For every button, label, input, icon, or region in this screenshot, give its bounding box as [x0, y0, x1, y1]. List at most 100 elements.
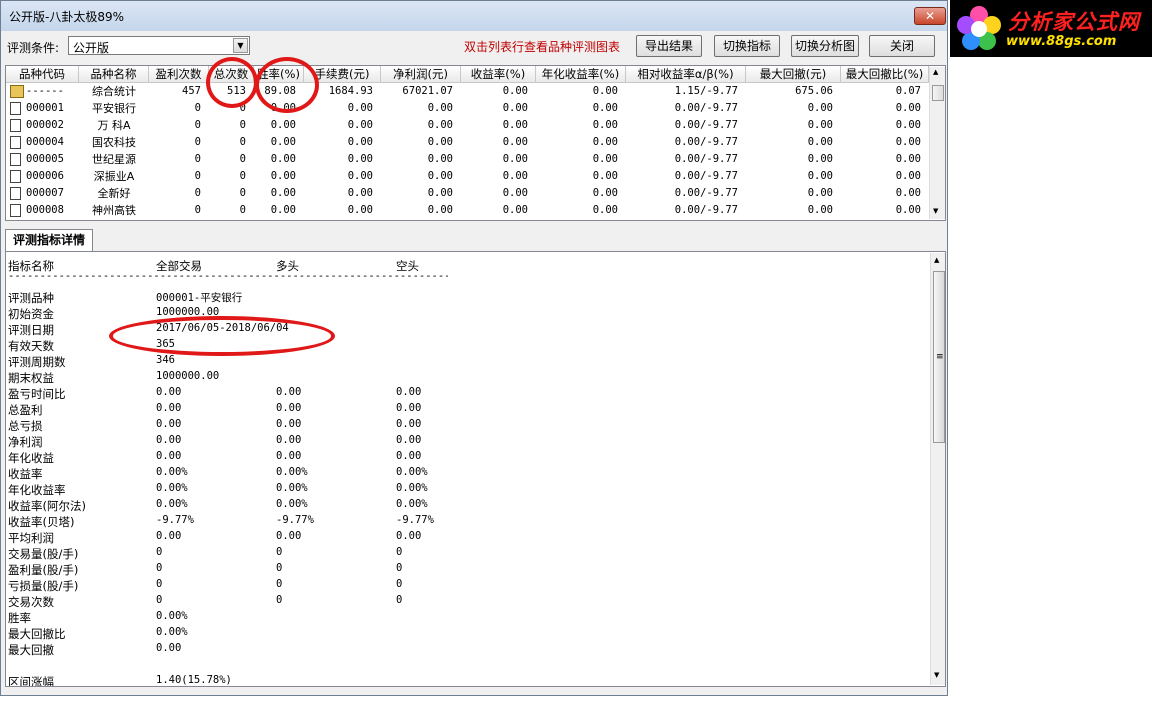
table-cell: 0.00	[502, 153, 528, 165]
metric-value: 0.00	[276, 418, 302, 430]
scroll-down-icon[interactable]: ▼	[934, 671, 939, 679]
table-cell: 0.00	[427, 153, 453, 165]
table-cell: 0	[239, 153, 246, 165]
metric-name: 盈亏时间比	[8, 387, 66, 401]
detail-panel: 指标名称 全部交易 多头 空头 ----------------------------…	[5, 251, 946, 687]
switch-metric-button[interactable]: 切换指标	[714, 35, 780, 57]
metric-value: 0.00%	[396, 482, 428, 494]
column-header[interactable]: 年化收益率(%)	[536, 66, 626, 83]
table-cell: 0.00	[427, 170, 453, 182]
table-cell: 0.00	[347, 119, 373, 131]
window-close-button[interactable]: ✕	[914, 7, 946, 25]
chevron-down-icon[interactable]: ▼	[233, 38, 248, 53]
scroll-up-icon[interactable]: ▲	[933, 68, 938, 76]
table-cell: 0.00	[502, 136, 528, 148]
close-button[interactable]: 关闭	[869, 35, 935, 57]
column-header[interactable]: 净利润(元)	[381, 66, 461, 83]
metric-value: 0	[156, 562, 163, 574]
detail-scroll-thumb[interactable]: ≡	[933, 271, 945, 443]
table-cell: 67021.07	[402, 85, 453, 97]
metric-name: 收益率(贝塔)	[8, 515, 75, 529]
table-cell: 0.00	[427, 119, 453, 131]
metric-value: 0.00	[396, 450, 422, 462]
table-cell: 0.00	[270, 204, 296, 216]
metric-value: 0.00%	[396, 498, 428, 510]
column-header[interactable]: 盈利次数	[149, 66, 209, 83]
table-row[interactable]: 000007 全新好 0 0 0.00 0.00 0.00 0.00 0.00 0.00/-9.7…	[6, 185, 929, 202]
table-cell: 国农科技	[92, 136, 136, 149]
metric-name: 初始资金	[8, 307, 54, 321]
metric-name: 亏损量(股/手)	[8, 579, 79, 593]
table-cell: 0	[239, 204, 246, 216]
metric-value: 346	[156, 354, 175, 366]
column-header[interactable]: 最大回撤(元)	[746, 66, 841, 83]
table-cell: 0.00	[427, 136, 453, 148]
metric-value: -9.77%	[276, 514, 314, 526]
table-cell: 0.00	[427, 187, 453, 199]
metric-value: 0	[396, 546, 403, 558]
table-cell: 0.00	[592, 136, 618, 148]
metric-value: 1000000.00	[156, 370, 220, 382]
metric-value: 0	[396, 562, 403, 574]
table-row[interactable]: 000001 平安银行 0 0 0.00 0.00 0.00 0.00 0.00 0.00/-9.…	[6, 100, 929, 117]
table-row[interactable]: ------ 综合统计 457 513 89.08 1684.93 67021.07 0.00…	[6, 83, 929, 100]
table-cell: 0.00	[592, 85, 618, 97]
title-bar: 公开版-八卦太极89% ✕	[1, 1, 947, 31]
column-header[interactable]: 最大回撤比(%)	[841, 66, 929, 83]
table-cell: 0.00	[347, 187, 373, 199]
export-button[interactable]: 导出结果	[636, 35, 702, 57]
detail-scrollbar[interactable]: ▲ ≡ ▼	[930, 253, 945, 685]
column-header[interactable]: 相对收益率α/β(%)	[626, 66, 746, 83]
metric-name: 交易量(股/手)	[8, 547, 79, 561]
table-cell: 0	[194, 136, 201, 148]
table-cell: 万 科A	[97, 119, 131, 132]
switch-chart-button[interactable]: 切换分析图	[791, 35, 859, 57]
table-row[interactable]: 000004 国农科技 0 0 0.00 0.00 0.00 0.00 0.00 0.00/-9.…	[6, 134, 929, 151]
summary-icon	[10, 85, 24, 98]
column-header[interactable]: 品种代码	[6, 66, 79, 83]
metric-value: 0.00	[156, 386, 182, 398]
metric-value: 0.00	[276, 530, 302, 542]
metric-name: 评测品种	[8, 291, 54, 305]
grip-icon: ≡	[936, 352, 944, 362]
metric-value: 0.00	[396, 386, 422, 398]
table-cell: ------	[26, 85, 64, 97]
scroll-up-icon[interactable]: ▲	[934, 256, 939, 264]
condition-label: 评测条件:	[7, 41, 60, 55]
grid-scroll-thumb[interactable]	[932, 85, 944, 101]
metric-value: 000001-平安银行	[156, 292, 243, 304]
column-header[interactable]: 品种名称	[79, 66, 149, 83]
logo-url: www.88gs.com	[1006, 34, 1117, 49]
metric-value: 0.00	[396, 402, 422, 414]
table-cell: 0.00	[807, 170, 833, 182]
metric-value: 0.00%	[156, 626, 188, 638]
table-row[interactable]: 000008 神州高铁 0 0 0.00 0.00 0.00 0.00 0.00 0.00/-9.…	[6, 202, 929, 219]
table-cell: 1.15/-9.77	[674, 85, 738, 97]
table-cell: 全新好	[97, 187, 131, 200]
table-cell: 0.00	[592, 204, 618, 216]
tab-detail[interactable]: 评测指标详情	[5, 229, 93, 251]
table-row[interactable]: 000002 万 科A 0 0 0.00 0.00 0.00 0.00 0.00 0.00/-9.…	[6, 117, 929, 134]
metric-value: 0.00	[276, 450, 302, 462]
metric-value: 0	[156, 594, 163, 606]
table-cell: 0.00	[807, 153, 833, 165]
table-row[interactable]: 000005 世纪星源 0 0 0.00 0.00 0.00 0.00 0.00 0.00/-9.…	[6, 151, 929, 168]
metric-name: 年化收益	[8, 451, 54, 465]
window-title: 公开版-八卦太极89%	[9, 10, 125, 24]
grid-scrollbar[interactable]: ▲ ▼	[929, 67, 945, 219]
metric-name: 平均利润	[8, 531, 54, 545]
table-cell: 0.00	[895, 119, 921, 131]
table-row[interactable]: 000006 深振业A 0 0 0.00 0.00 0.00 0.00 0.00 0.00/-9.…	[6, 168, 929, 185]
table-cell: 0	[194, 204, 201, 216]
metric-value: 0	[276, 594, 283, 606]
table-cell: 平安银行	[92, 102, 136, 115]
scroll-down-icon[interactable]: ▼	[933, 207, 938, 215]
results-grid: 品种代码 品种名称 盈利次数 总次数 胜率(%) 手续费(元) 净利润(元) 收益率(%) 年化…	[5, 65, 946, 221]
condition-select[interactable]: 公开版 ▼	[68, 36, 250, 55]
table-cell: 0.00	[347, 204, 373, 216]
column-header[interactable]: 收益率(%)	[461, 66, 536, 83]
file-icon	[10, 153, 21, 166]
table-cell: 0.00	[502, 170, 528, 182]
table-cell: 000005	[26, 153, 64, 165]
table-cell: 0.00	[592, 102, 618, 114]
